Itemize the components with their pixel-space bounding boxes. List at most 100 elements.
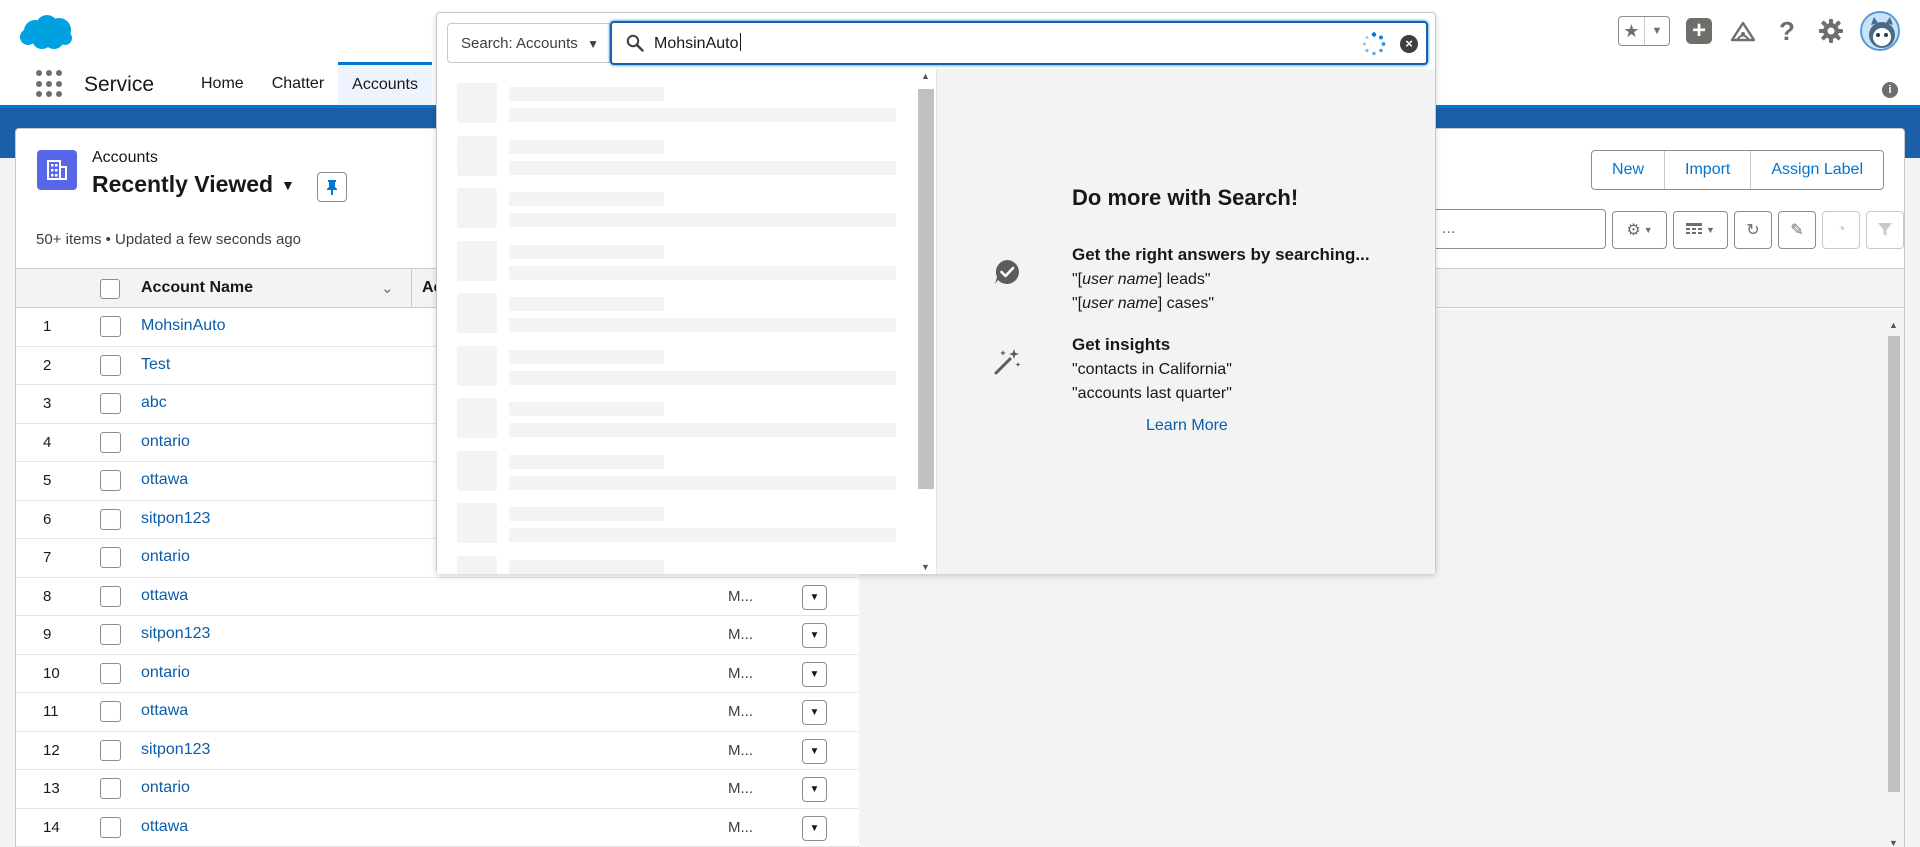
row-actions-chevron-down-icon[interactable]: ▼ bbox=[802, 815, 827, 841]
row-checkbox[interactable] bbox=[100, 470, 121, 491]
account-name-link[interactable]: ottawa bbox=[141, 471, 188, 489]
clear-icon[interactable]: × bbox=[1400, 35, 1418, 53]
row-number: 6 bbox=[43, 510, 52, 528]
magic-wand-icon bbox=[992, 347, 1022, 377]
row-checkbox[interactable] bbox=[100, 354, 121, 376]
column-divider[interactable] bbox=[411, 269, 412, 309]
tab-accounts[interactable]: Accounts bbox=[338, 62, 432, 105]
filter-icon[interactable] bbox=[1866, 211, 1904, 249]
tab-chatter[interactable]: Chatter bbox=[258, 62, 338, 105]
tab-home[interactable]: Home bbox=[187, 62, 258, 105]
list-settings-gear-icon[interactable]: ⚙ ▼ bbox=[1612, 211, 1667, 249]
list-search-input[interactable]: ... bbox=[1431, 209, 1606, 249]
row-number: 11 bbox=[43, 703, 59, 720]
row-actions-chevron-down-icon[interactable]: ▼ bbox=[802, 661, 827, 687]
refresh-icon[interactable]: ↻ bbox=[1734, 211, 1772, 249]
info-icon[interactable]: i bbox=[1882, 82, 1898, 98]
chevron-down-icon[interactable]: ▼ bbox=[1645, 17, 1669, 45]
results-scrollbar[interactable]: ▲ ▼ bbox=[915, 69, 935, 574]
search-scope-select[interactable]: Search: Accounts ▼ bbox=[447, 23, 610, 63]
truncated-cell: M... bbox=[728, 626, 753, 643]
row-actions-chevron-down-icon[interactable]: ▼ bbox=[802, 700, 827, 725]
row-checkbox[interactable] bbox=[100, 816, 121, 838]
row-actions-chevron-down-icon[interactable]: ▼ bbox=[802, 738, 827, 764]
row-checkbox[interactable] bbox=[100, 431, 121, 453]
chart-icon[interactable]: ◔ bbox=[1822, 211, 1860, 249]
truncated-cell: M... bbox=[728, 587, 753, 605]
table-row[interactable]: 10 ontario M... ▼ bbox=[16, 654, 858, 693]
account-name-link[interactable]: sitpon123 bbox=[141, 625, 210, 643]
table-row[interactable]: 9 sitpon123 M... ▼ bbox=[16, 616, 858, 655]
trailhead-icon[interactable] bbox=[1728, 16, 1758, 46]
account-icon bbox=[37, 150, 77, 190]
edit-icon[interactable]: ✎ bbox=[1778, 211, 1816, 249]
row-checkbox[interactable] bbox=[100, 701, 121, 722]
row-checkbox[interactable] bbox=[100, 508, 121, 530]
row-checkbox[interactable] bbox=[100, 585, 121, 607]
tip-example: "[user name] leads" bbox=[1072, 271, 1211, 288]
column-account-name[interactable]: Account Name bbox=[141, 279, 253, 297]
truncated-cell: M... bbox=[728, 818, 753, 836]
account-name-link[interactable]: ontario bbox=[141, 664, 190, 682]
loading-skeleton bbox=[457, 293, 917, 335]
account-name-link[interactable]: ontario bbox=[141, 548, 190, 566]
list-view-chevron-down-icon[interactable]: ▼ bbox=[281, 177, 295, 193]
account-name-link[interactable]: abc bbox=[141, 394, 167, 412]
column-chevron-down-icon[interactable]: ⌄ bbox=[381, 279, 394, 297]
table-row[interactable]: 12 sitpon123 M... ▼ bbox=[16, 731, 858, 770]
row-checkbox[interactable] bbox=[100, 393, 121, 414]
new-button[interactable]: New bbox=[1592, 151, 1666, 189]
list-view-title[interactable]: Recently Viewed bbox=[92, 171, 273, 198]
table-scrollbar[interactable]: ▲ ▼ bbox=[1886, 320, 1900, 847]
row-number: 14 bbox=[43, 818, 60, 836]
loading-skeleton bbox=[457, 503, 917, 545]
account-name-link[interactable]: sitpon123 bbox=[141, 741, 210, 759]
row-actions-chevron-down-icon[interactable]: ▼ bbox=[802, 623, 827, 648]
learn-more-link[interactable]: Learn More bbox=[1146, 417, 1228, 435]
account-name-link[interactable]: sitpon123 bbox=[141, 510, 210, 528]
row-checkbox[interactable] bbox=[100, 739, 121, 761]
account-name-link[interactable]: MohsinAuto bbox=[141, 317, 226, 335]
help-icon[interactable]: ? bbox=[1772, 16, 1802, 46]
row-number: 4 bbox=[43, 433, 52, 451]
account-name-link[interactable]: ontario bbox=[141, 433, 190, 451]
table-row[interactable]: 13 ontario M... ▼ bbox=[16, 770, 858, 809]
row-checkbox[interactable] bbox=[100, 662, 121, 684]
table-row[interactable]: 14 ottawa M... ▼ bbox=[16, 808, 858, 847]
app-launcher-icon[interactable] bbox=[36, 70, 64, 98]
row-actions-chevron-down-icon[interactable]: ▼ bbox=[802, 584, 827, 610]
gear-icon[interactable] bbox=[1816, 16, 1846, 46]
header-actions: ★ ▼ + ? bbox=[1618, 8, 1900, 54]
loading-skeleton bbox=[457, 188, 917, 230]
row-checkbox[interactable] bbox=[100, 547, 121, 568]
select-all-checkbox[interactable] bbox=[100, 279, 120, 299]
table-row[interactable]: 11 ottawa M... ▼ bbox=[16, 693, 858, 732]
account-name-link[interactable]: ottawa bbox=[141, 587, 188, 605]
loading-skeleton bbox=[457, 398, 917, 440]
pin-icon[interactable] bbox=[317, 172, 347, 202]
star-icon[interactable]: ★ bbox=[1619, 17, 1645, 45]
account-name-link[interactable]: ontario bbox=[141, 779, 190, 797]
assign-label-button[interactable]: Assign Label bbox=[1751, 151, 1883, 189]
account-name-link[interactable]: ottawa bbox=[141, 818, 188, 836]
row-checkbox[interactable] bbox=[100, 778, 121, 799]
table-row[interactable]: 8 ottawa M... ▼ bbox=[16, 577, 858, 616]
checkmark-bubble-icon bbox=[992, 257, 1022, 287]
search-results-pane: ▲ ▼ bbox=[437, 69, 937, 574]
tip-example: "[user name] cases" bbox=[1072, 295, 1215, 312]
row-checkbox[interactable] bbox=[100, 624, 121, 645]
row-checkbox[interactable] bbox=[100, 316, 121, 337]
table-icon[interactable]: ▼ bbox=[1673, 211, 1728, 249]
global-actions-button[interactable]: + bbox=[1684, 16, 1714, 46]
chevron-down-icon: ▼ bbox=[587, 37, 599, 51]
search-input[interactable]: MohsinAuto × bbox=[610, 21, 1428, 65]
avatar[interactable] bbox=[1860, 11, 1900, 51]
account-name-link[interactable]: Test bbox=[141, 356, 170, 374]
tip-heading: Get the right answers by searching... bbox=[1072, 245, 1370, 264]
row-actions-chevron-down-icon[interactable]: ▼ bbox=[802, 777, 827, 802]
account-name-link[interactable]: ottawa bbox=[141, 702, 188, 720]
nav-tabs: Home Chatter Accounts bbox=[187, 62, 432, 105]
loading-skeleton bbox=[457, 450, 917, 493]
salesforce-logo[interactable] bbox=[20, 14, 72, 50]
import-button[interactable]: Import bbox=[1665, 151, 1752, 189]
